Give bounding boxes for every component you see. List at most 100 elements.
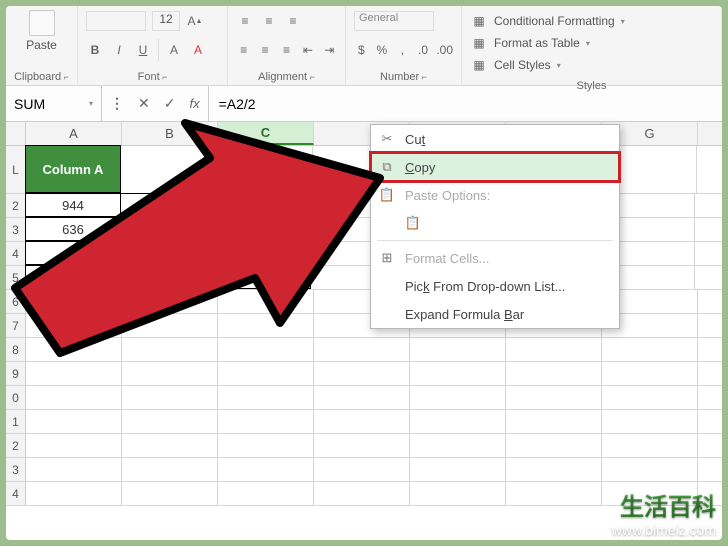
cell-B5[interactable]: ake [120,265,216,289]
increase-font-icon[interactable]: A▲ [186,12,204,30]
row-head-4[interactable]: 4 [6,242,26,265]
cell-styles-button[interactable]: ▦ Cell Styles ▾ [470,54,713,76]
currency-icon[interactable]: $ [354,41,369,59]
cell-B3[interactable] [120,217,216,241]
align-top-icon[interactable]: ≡ [236,12,254,30]
cell[interactable] [218,482,314,505]
row-head-12[interactable]: 2 [6,434,26,457]
cancel-formula-button[interactable]: ✕ [138,95,150,112]
row-head-7[interactable]: 7 [6,314,26,337]
cell[interactable] [218,314,314,337]
fx-icon[interactable]: fx [189,96,199,111]
cell[interactable] [122,290,218,313]
cell[interactable] [26,482,122,505]
font-name-dropdown[interactable] [86,11,146,31]
cell[interactable] [506,386,602,409]
format-as-table-button[interactable]: ▦ Format as Table ▾ [470,32,713,54]
select-all-corner[interactable] [6,122,26,145]
align-right-icon[interactable]: ≡ [279,41,294,59]
cell[interactable] [410,386,506,409]
cell[interactable] [122,386,218,409]
cell-C2[interactable] [215,193,311,217]
font-case-icon[interactable]: A [165,41,183,59]
data-header-A[interactable]: Column A [25,145,121,193]
cell[interactable] [410,362,506,385]
font-color-icon[interactable]: A [189,41,207,59]
row-head-8[interactable]: 8 [6,338,26,361]
ctx-cut[interactable]: ✂ Cut [371,125,619,153]
cell[interactable] [218,434,314,457]
cell[interactable] [506,482,602,505]
cell[interactable] [314,434,410,457]
row-head-1[interactable]: L [6,146,26,193]
cell-C3[interactable] [215,217,311,241]
row-head-11[interactable]: 1 [6,410,26,433]
row-head-2[interactable]: 2 [6,194,26,217]
conditional-formatting-button[interactable]: ▦ Conditional Formatting ▾ [470,10,713,32]
cell[interactable] [218,362,314,385]
cell[interactable] [122,410,218,433]
col-head-B[interactable]: B [122,122,218,145]
cell[interactable] [218,386,314,409]
cell[interactable] [410,410,506,433]
paste-label[interactable]: Paste [26,38,57,52]
align-bottom-icon[interactable]: ≡ [284,12,302,30]
italic-button[interactable]: I [110,41,128,59]
cell-C4[interactable]: 56 [215,241,311,265]
name-box[interactable]: ▾ [6,86,102,121]
cell[interactable] [26,362,122,385]
percent-icon[interactable]: % [375,41,390,59]
cell[interactable] [314,386,410,409]
number-format-dropdown[interactable]: General [354,11,434,31]
cell[interactable] [410,458,506,481]
cell-C5[interactable]: 345 [215,265,311,289]
col-head-A[interactable]: A [26,122,122,145]
decimal-increase-icon[interactable]: .0 [416,41,431,59]
ctx-pick-dropdown[interactable]: Pick From Drop-down List... [371,272,619,300]
row-head-9[interactable]: 9 [6,362,26,385]
row-head-14[interactable]: 4 [6,482,26,505]
indent-decrease-icon[interactable]: ⇤ [300,41,315,59]
cell[interactable] [217,146,313,193]
cell[interactable] [26,314,122,337]
align-left-icon[interactable]: ≡ [236,41,251,59]
row-head-6[interactable]: 6 [6,290,26,313]
indent-increase-icon[interactable]: ⇥ [322,41,337,59]
confirm-formula-button[interactable]: ✓ [164,95,176,112]
cell[interactable] [218,458,314,481]
ctx-copy[interactable]: ⧉ Copy [371,153,619,181]
ctx-format-cells[interactable]: ⊞ Format Cells... [371,244,619,272]
cell[interactable] [314,410,410,433]
cell[interactable] [506,362,602,385]
cell[interactable] [26,458,122,481]
cell[interactable] [602,338,698,361]
cell[interactable] [506,458,602,481]
cell-B2[interactable] [120,193,216,217]
cell-A2[interactable]: 944 [25,193,121,217]
cell[interactable] [410,338,506,361]
cell[interactable] [122,482,218,505]
cell[interactable] [122,362,218,385]
cell[interactable] [26,410,122,433]
align-center-icon[interactable]: ≡ [257,41,272,59]
cell-A4[interactable]: 71 [25,241,121,265]
cell[interactable] [314,482,410,505]
row-head-3[interactable]: 3 [6,218,26,241]
cell[interactable] [602,434,698,457]
cell[interactable] [314,338,410,361]
cell[interactable] [26,290,122,313]
cell[interactable] [506,434,602,457]
cell[interactable] [218,290,314,313]
name-box-input[interactable] [14,96,78,112]
cell-A5[interactable] [25,265,121,289]
cell[interactable] [506,338,602,361]
cell[interactable] [121,146,217,193]
cell[interactable] [122,458,218,481]
cell[interactable] [26,386,122,409]
formula-input[interactable] [209,96,722,112]
cell[interactable] [122,314,218,337]
cell[interactable] [506,410,602,433]
cell[interactable] [314,362,410,385]
font-size-dropdown[interactable]: 12 [152,11,180,31]
col-head-C[interactable]: C [218,122,314,145]
